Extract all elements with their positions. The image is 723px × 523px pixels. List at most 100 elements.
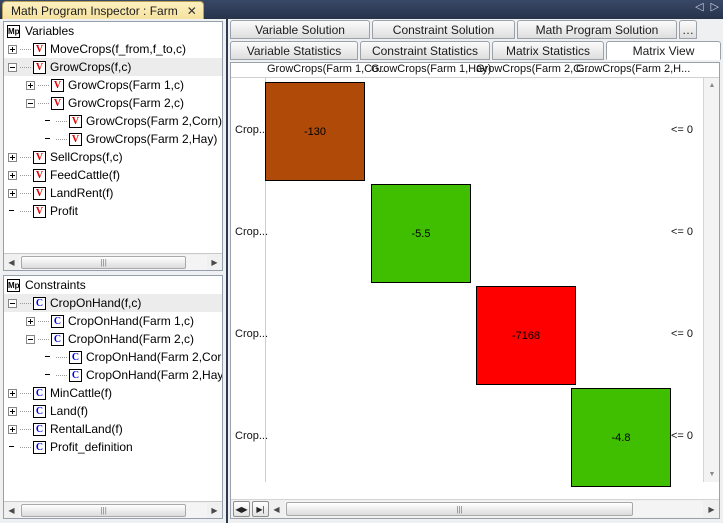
variable-tree-item-row[interactable]: V SellCrops(f,c) (4, 148, 222, 166)
tree-leaf-spacer (8, 443, 17, 452)
variables-hscroll-track[interactable]: ||| (19, 254, 207, 270)
tree-connector (20, 156, 31, 158)
tree-connector (56, 120, 67, 122)
variable-tree-item-row[interactable]: V GrowCrops(Farm 2,c) (4, 94, 222, 112)
chevron-right-icon[interactable]: ▷ (711, 2, 719, 13)
expand-icon[interactable] (8, 170, 17, 180)
expand-icon[interactable] (26, 316, 35, 326)
constraint-tree-item-row[interactable]: C CropOnHand(Farm 2,Corn) (4, 348, 222, 366)
constraints-hscroll-track[interactable]: ||| (19, 502, 207, 518)
matrix-column-headers: GrowCrops(Farm 1,Co... GrowCrops(Farm 1,H… (231, 63, 719, 78)
collapse-icon[interactable] (26, 334, 35, 344)
constraint-tree-item-label: Profit_definition (50, 440, 133, 454)
variable-icon: V (33, 168, 46, 182)
expand-icon[interactable] (8, 388, 17, 398)
matrix-cell[interactable]: -4.8 (571, 388, 671, 487)
tab-[interactable]: … (679, 20, 697, 39)
collapse-icon[interactable] (26, 98, 35, 108)
matrix-bottom-bar: ◀▶ ▶| ◀ ||| ▶ (231, 499, 719, 518)
constraint-tree-item-row[interactable]: C RentalLand(f) (4, 420, 222, 438)
constraint-tree-item-row[interactable]: C CropOnHand(Farm 1,c) (4, 312, 222, 330)
scroll-down-icon[interactable]: ▼ (704, 467, 719, 482)
constraint-icon: C (33, 404, 46, 418)
variable-tree-item-row[interactable]: V Profit (4, 202, 222, 220)
variable-tree-item-label: GrowCrops(Farm 2,Hay) (86, 132, 218, 146)
variable-tree-item-row[interactable]: V GrowCrops(Farm 1,c) (4, 76, 222, 94)
scroll-right-icon[interactable]: ▶ (207, 255, 222, 270)
tab-matrix-statistics[interactable]: Matrix Statistics (492, 41, 604, 60)
scroll-up-icon[interactable]: ▲ (704, 78, 719, 93)
expand-icon[interactable] (8, 44, 17, 54)
tab-constraint-solution[interactable]: Constraint Solution (372, 20, 515, 39)
expand-icon[interactable] (26, 80, 35, 90)
tree-connector (38, 84, 49, 86)
tab-matrix-view[interactable]: Matrix View (606, 41, 721, 60)
constraint-tree-item-row[interactable]: C CropOnHand(Farm 2,c) (4, 330, 222, 348)
matrix-grid[interactable]: Crop... Crop... Crop... Crop... <= 0 <= 0 <= 0… (231, 78, 719, 487)
constraint-icon: C (33, 386, 46, 400)
expand-icon[interactable] (8, 152, 17, 162)
constraint-tree-item-label: CropOnHand(Farm 2,Corn) (86, 350, 222, 364)
matrix-column-header[interactable]: GrowCrops(Farm 1,Hay) (371, 63, 491, 75)
tab-constraint-statistics[interactable]: Constraint Statistics (360, 41, 490, 60)
collapse-icon[interactable] (8, 298, 17, 308)
tree-connector (20, 66, 31, 68)
matrix-hscroll-thumb[interactable]: ||| (286, 502, 633, 516)
constraint-tree-item-row[interactable]: C Land(f) (4, 402, 222, 420)
scroll-right-icon[interactable]: ▶ (207, 503, 222, 518)
matrix-cell[interactable]: -5.5 (371, 184, 471, 283)
matrix-column-header[interactable]: GrowCrops(Farm 2,H... (576, 63, 690, 75)
document-tab-label: Math Program Inspector : Farm (11, 3, 178, 18)
constraint-tree-item-row[interactable]: C Profit_definition (4, 438, 222, 456)
tree-connector (56, 356, 67, 358)
document-tab[interactable]: Math Program Inspector : Farm ✕ (2, 1, 204, 19)
variable-tree-item-row[interactable]: V GrowCrops(Farm 2,Hay) (4, 130, 222, 148)
scroll-left-icon[interactable]: ◀ (269, 501, 284, 517)
scroll-left-icon[interactable]: ◀ (4, 503, 19, 518)
variable-tree-item-row[interactable]: V LandRent(f) (4, 184, 222, 202)
variable-tree-item-row[interactable]: V GrowCrops(f,c) (4, 58, 222, 76)
matrix-hscroll-track[interactable]: ||| (285, 501, 703, 517)
matrix-row-label[interactable]: Crop... (235, 430, 268, 442)
close-icon[interactable]: ✕ (187, 5, 197, 17)
tab-variable-solution[interactable]: Variable Solution (230, 20, 370, 39)
constraint-tree-item-label: CropOnHand(Farm 1,c) (68, 314, 195, 328)
variable-tree-item-row[interactable]: V MoveCrops(f_from,f_to,c) (4, 40, 222, 58)
scroll-left-icon[interactable]: ◀ (4, 255, 19, 270)
nav-last-button[interactable]: ▶| (252, 501, 269, 517)
matrix-column-header[interactable]: GrowCrops(Farm 1,Co... (267, 63, 387, 75)
constraints-hscrollbar[interactable]: ◀ ||| ▶ (4, 501, 222, 518)
constraints-hscroll-thumb[interactable]: ||| (21, 503, 187, 517)
constraint-tree-item-row[interactable]: C CropOnHand(f,c) (4, 294, 222, 312)
tab-variable-statistics[interactable]: Variable Statistics (230, 41, 358, 60)
constraint-tree-item-label: CropOnHand(f,c) (50, 296, 142, 310)
tree-connector (20, 210, 31, 212)
nav-first-button[interactable]: ◀▶ (233, 501, 250, 517)
variables-header: Mp Variables (4, 22, 222, 40)
matrix-row-label[interactable]: Crop... (235, 226, 268, 238)
matrix-column-header[interactable]: GrowCrops(Farm 2,C... (476, 63, 590, 75)
expand-icon[interactable] (8, 188, 17, 198)
matrix-row-label[interactable]: Crop... (235, 124, 268, 136)
variable-tree-item-row[interactable]: V FeedCattle(f) (4, 166, 222, 184)
expand-icon[interactable] (8, 406, 17, 416)
matrix-vscrollbar[interactable]: ▲ ▼ (703, 78, 719, 482)
matrix-cell[interactable]: -130 (265, 82, 365, 181)
tabstrip-row-1: Variable Solution Constraint Solution Math… (228, 19, 723, 39)
tree-leaf-spacer (8, 207, 17, 216)
variables-hscrollbar[interactable]: ◀ ||| ▶ (4, 253, 222, 270)
variables-hscroll-thumb[interactable]: ||| (21, 255, 187, 269)
expand-icon[interactable] (8, 424, 17, 434)
constraint-tree-item-row[interactable]: C CropOnHand(Farm 2,Hay) (4, 366, 222, 384)
constraints-tree-body[interactable]: C CropOnHand(f,c) C CropOnHand(Farm 1,c) C Cr… (4, 294, 222, 501)
matrix-row-label[interactable]: Crop... (235, 328, 268, 340)
collapse-icon[interactable] (8, 62, 17, 72)
tree-leaf-spacer (44, 353, 53, 362)
chevron-left-icon[interactable]: ◁ (695, 2, 703, 13)
variable-tree-item-row[interactable]: V GrowCrops(Farm 2,Corn) (4, 112, 222, 130)
tab-math-program-solution[interactable]: Math Program Solution (517, 20, 677, 39)
scroll-right-icon[interactable]: ▶ (704, 501, 719, 517)
matrix-cell[interactable]: -7168 (476, 286, 576, 385)
variables-tree-body[interactable]: V MoveCrops(f_from,f_to,c) V GrowCrops(f,c)… (4, 40, 222, 253)
constraint-tree-item-row[interactable]: C MinCattle(f) (4, 384, 222, 402)
